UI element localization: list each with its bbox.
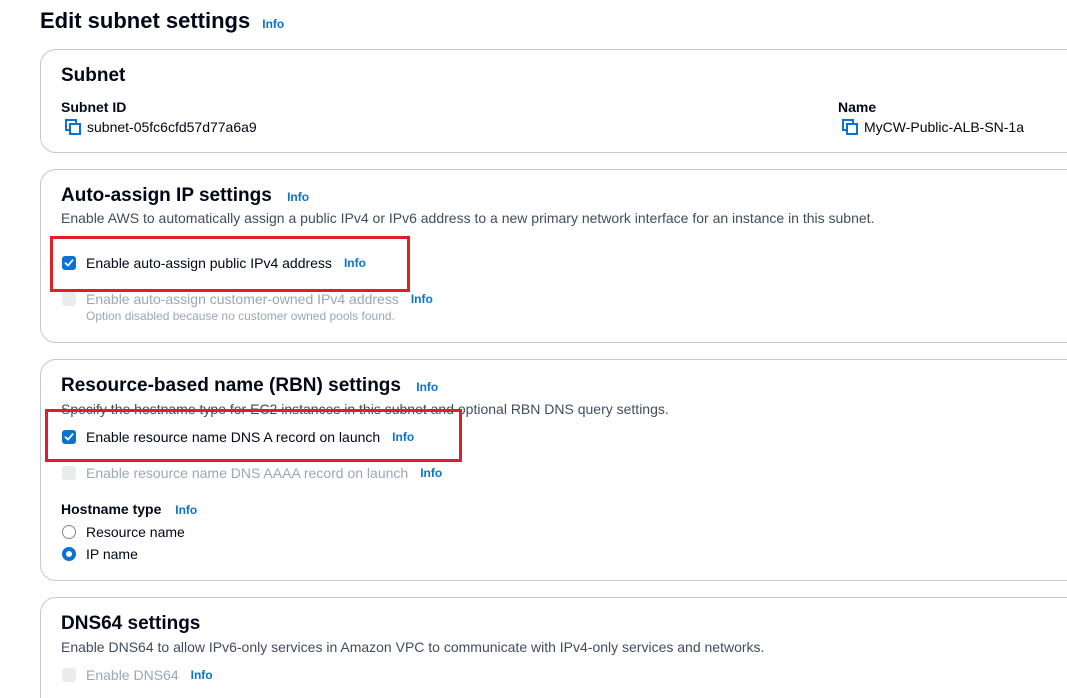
rbn-info-link[interactable]: Info <box>416 380 438 394</box>
enable-dns64-row: Enable DNS64 Info <box>62 666 213 684</box>
dns-a-record-row: Enable resource name DNS A record on lau… <box>62 428 414 446</box>
customer-owned-ipv4-info-link[interactable]: Info <box>411 291 433 307</box>
dns-aaaa-record-checkbox <box>62 466 76 480</box>
rbn-settings-panel: Resource-based name (RBN) settings Info … <box>40 359 1067 581</box>
dns64-title: DNS64 settings <box>61 613 201 634</box>
page-title: Edit subnet settings Info <box>40 6 284 36</box>
copy-icon[interactable] <box>65 119 81 135</box>
ip-name-radio[interactable] <box>62 547 76 561</box>
subnet-id-text: subnet-05fc6cfd57d77a6a9 <box>87 119 257 135</box>
check-icon <box>64 433 74 441</box>
customer-owned-ipv4-row: Enable auto-assign customer-owned IPv4 a… <box>62 290 433 308</box>
subnet-id-value: subnet-05fc6cfd57d77a6a9 <box>65 118 257 136</box>
resource-name-label: Resource name <box>86 524 185 540</box>
customer-owned-ipv4-checkbox <box>62 292 76 306</box>
rbn-title: Resource-based name (RBN) settings Info <box>61 374 438 398</box>
check-icon <box>64 259 74 267</box>
auto-assign-ipv4-label: Enable auto-assign public IPv4 address <box>86 255 332 271</box>
hostname-type-label: Hostname type Info <box>61 500 197 518</box>
dns-a-record-info-link[interactable]: Info <box>392 429 414 445</box>
rbn-description: Specify the hostname type for EC2 instan… <box>61 401 669 417</box>
enable-dns64-label: Enable DNS64 <box>86 667 179 683</box>
auto-assign-description: Enable AWS to automatically assign a pub… <box>61 210 875 226</box>
hostname-type-info-link[interactable]: Info <box>175 503 197 517</box>
dns-aaaa-record-label: Enable resource name DNS AAAA record on … <box>86 465 409 481</box>
ip-name-label: IP name <box>86 546 138 562</box>
name-text: MyCW-Public-ALB-SN-1a <box>864 119 1024 135</box>
dns-aaaa-record-row: Enable resource name DNS AAAA record on … <box>62 464 442 482</box>
hostname-option-resource-name[interactable]: Resource name <box>62 523 185 541</box>
dns-a-record-label: Enable resource name DNS A record on lau… <box>86 429 381 445</box>
dns64-settings-panel: DNS64 settings Enable DNS64 to allow IPv… <box>40 597 1067 698</box>
auto-assign-ipv4-info-link[interactable]: Info <box>344 255 366 271</box>
name-label: Name <box>838 99 877 115</box>
subnet-id-label: Subnet ID <box>61 99 127 115</box>
resource-name-radio[interactable] <box>62 525 76 539</box>
edit-subnet-settings-page: Edit subnet settings Info Subnet Subnet … <box>0 0 1067 698</box>
auto-assign-ip-panel: Auto-assign IP settings Info Enable AWS … <box>40 169 1067 343</box>
hostname-option-ip-name[interactable]: IP name <box>62 545 138 563</box>
page-title-text: Edit subnet settings <box>40 8 251 33</box>
auto-assign-info-link[interactable]: Info <box>287 190 309 204</box>
subnet-panel: Subnet Subnet ID subnet-05fc6cfd57d77a6a… <box>40 49 1067 153</box>
page-info-link[interactable]: Info <box>262 16 284 32</box>
copy-icon[interactable] <box>842 119 858 135</box>
dns-a-record-checkbox[interactable] <box>62 430 76 444</box>
auto-assign-title-text: Auto-assign IP settings <box>61 185 272 206</box>
auto-assign-ipv4-row: Enable auto-assign public IPv4 address I… <box>62 254 366 272</box>
subnet-panel-title: Subnet <box>61 65 126 86</box>
customer-owned-disabled-note: Option disabled because no customer owne… <box>86 309 395 323</box>
auto-assign-ipv4-checkbox[interactable] <box>62 256 76 270</box>
dns64-description: Enable DNS64 to allow IPv6-only services… <box>61 639 765 655</box>
dns-aaaa-record-info-link[interactable]: Info <box>420 465 442 481</box>
enable-dns64-info-link[interactable]: Info <box>191 667 213 683</box>
enable-dns64-checkbox <box>62 668 76 682</box>
auto-assign-title: Auto-assign IP settings Info <box>61 184 309 208</box>
name-value: MyCW-Public-ALB-SN-1a <box>842 118 1024 136</box>
rbn-title-text: Resource-based name (RBN) settings <box>61 375 401 396</box>
hostname-type-label-text: Hostname type <box>61 501 162 517</box>
customer-owned-ipv4-label: Enable auto-assign customer-owned IPv4 a… <box>86 291 399 307</box>
